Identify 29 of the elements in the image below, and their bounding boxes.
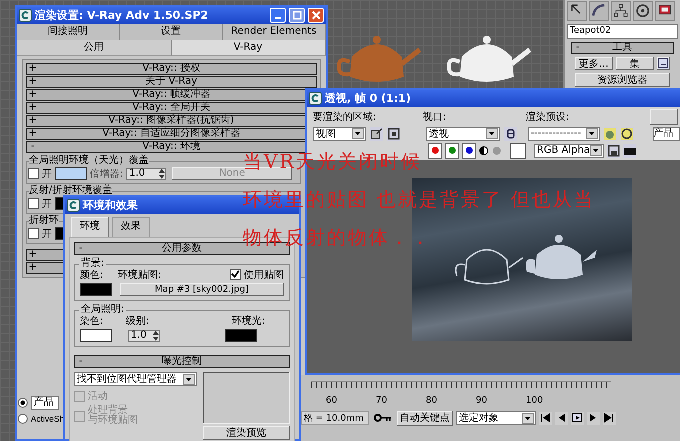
color-label: 颜色: — [80, 268, 104, 282]
window-title: 透视, 帧 0 (1:1) — [325, 91, 412, 106]
checkbox-label: 活动 — [88, 390, 108, 403]
tick-label: 100 — [526, 396, 544, 406]
group-title: 全局照明: — [79, 304, 126, 316]
checkbox-label: 开 — [42, 198, 52, 210]
tick-label: 70 — [376, 396, 388, 406]
tint-label: 染色: — [80, 314, 104, 328]
ambient-label: 环境光: — [232, 314, 266, 328]
group-title: 折射环 — [29, 215, 59, 227]
viewport-label: 视口: — [423, 110, 448, 124]
tick-label: 60 — [326, 396, 338, 406]
checkbox-label: 处理背景 与环境贴图 — [88, 406, 138, 426]
tick-label: 90 — [476, 396, 488, 406]
grid-size-text: 格 = 10.0mm — [301, 411, 369, 425]
map-label: 环境贴图: — [118, 268, 162, 282]
group-title: 背景: — [79, 258, 106, 270]
checkbox-label: 使用贴图 — [244, 268, 284, 282]
radio-label: ActiveSh — [31, 414, 65, 424]
window-title: 渲染设置: V-Ray Adv 1.50.SP2 — [35, 8, 208, 23]
level-label: 级别: — [126, 314, 150, 328]
multiplier-label: 倍增器: — [90, 168, 124, 180]
tick-label: 80 — [426, 396, 438, 406]
group-title: 全局照明环境（天光）覆盖 — [29, 155, 149, 167]
checkbox-label: 开 — [42, 228, 52, 240]
group-title: 反射/折射环境覆盖 — [29, 185, 112, 197]
checkbox-label: 开 — [42, 168, 52, 180]
preset-label: 渲染预设: — [526, 110, 570, 124]
window-title: 环境和效果 — [83, 198, 138, 213]
